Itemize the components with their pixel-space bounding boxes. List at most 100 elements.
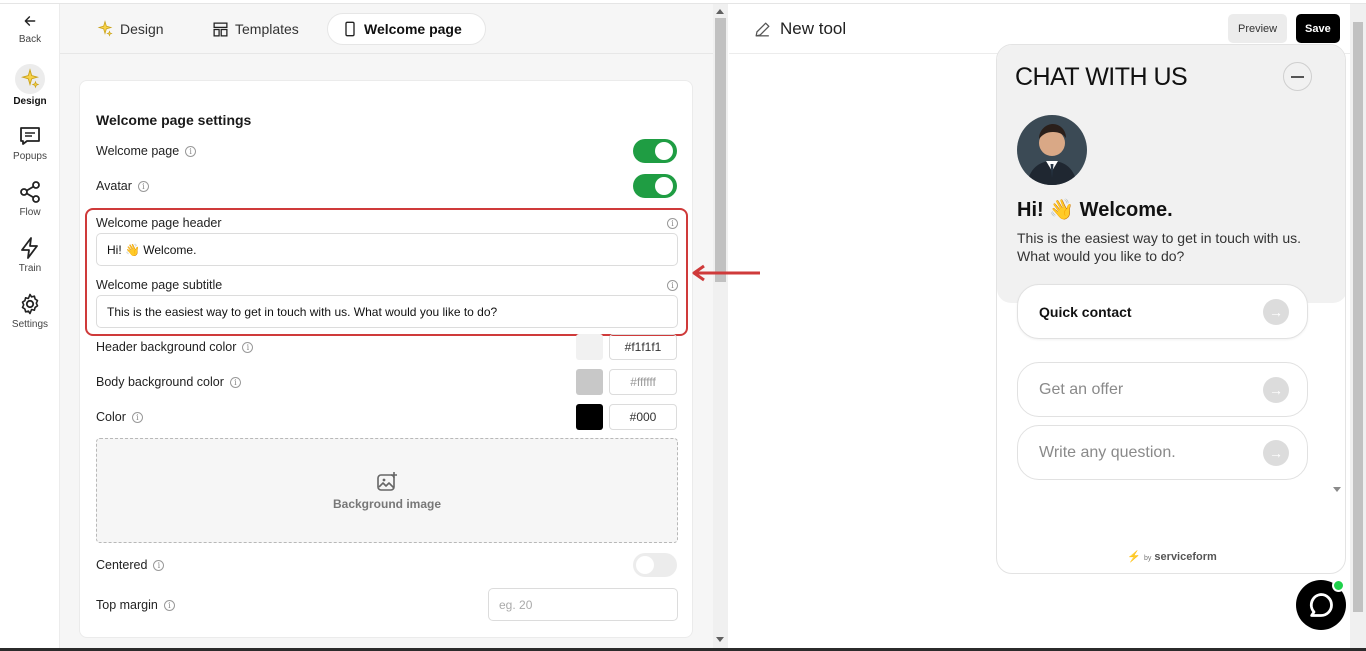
- share-nodes-icon: [20, 181, 40, 203]
- option-get-offer[interactable]: Get an offer →: [1017, 362, 1308, 417]
- header-bg-swatch[interactable]: [576, 334, 603, 360]
- minimize-button[interactable]: [1283, 62, 1312, 91]
- annotation-arrow-icon: [692, 264, 760, 282]
- centered-toggle[interactable]: [633, 553, 677, 577]
- info-icon: i: [131, 411, 143, 423]
- body-bg-label: Body background color: [96, 375, 224, 389]
- rail-item-design[interactable]: Design: [0, 64, 60, 107]
- left-rail: Back Design Popups Flow Train Settings: [0, 4, 60, 648]
- color-hex-input[interactable]: #000: [609, 404, 677, 430]
- rail-item-popups[interactable]: Popups: [0, 124, 60, 162]
- welcome-page-label: Welcome page: [96, 144, 180, 158]
- info-icon: i: [185, 145, 197, 157]
- bolt-icon: ⚡: [1127, 551, 1141, 563]
- avatar-row: Avatar i: [96, 179, 149, 193]
- back-button[interactable]: Back: [0, 14, 60, 45]
- branding-by: by: [1143, 555, 1152, 562]
- sparkle-icon: [21, 68, 40, 89]
- welcome-subtitle-input[interactable]: This is the easiest way to get in touch …: [96, 295, 678, 328]
- info-icon: i: [667, 218, 678, 229]
- toggle-knob: [655, 142, 673, 160]
- design-icon-wrap: [15, 64, 45, 94]
- tab-bar: Design Templates Welcome page: [60, 4, 713, 54]
- avatar-toggle[interactable]: [633, 174, 677, 198]
- preview-button[interactable]: Preview: [1228, 14, 1288, 43]
- info-icon: i: [153, 559, 165, 571]
- tab-design[interactable]: Design: [82, 13, 178, 45]
- widget-welcome-subtitle: This is the easiest way to get in touch …: [1017, 230, 1302, 264]
- arrow-right-icon: →: [1263, 298, 1289, 325]
- person-avatar-icon: [1017, 115, 1087, 185]
- lightning-icon: [21, 237, 38, 259]
- page-scrollbar[interactable]: [1350, 4, 1366, 648]
- gear-icon: [21, 293, 39, 315]
- panel-scrollbar[interactable]: [713, 4, 728, 648]
- option-label: Get an offer: [1039, 380, 1124, 398]
- tab-welcome-label: Welcome page: [364, 21, 462, 37]
- settings-panel: Design Templates Welcome page Welcome pa…: [60, 4, 713, 648]
- header-bg-hex-input[interactable]: #f1f1f1: [609, 334, 677, 360]
- option-quick-contact[interactable]: Quick contact →: [1017, 284, 1308, 339]
- avatar: [1017, 115, 1087, 185]
- widget-header: CHAT WITH US Hi! 👋 Welcome. This is the …: [997, 45, 1345, 303]
- scroll-down-icon[interactable]: [1333, 487, 1341, 492]
- centered-label: Centered: [96, 558, 148, 572]
- rail-popups-label: Popups: [13, 151, 47, 162]
- widget-scrollbar[interactable]: [1330, 44, 1342, 499]
- app-root: Back Design Popups Flow Train Settings D…: [0, 0, 1366, 651]
- welcome-page-toggle[interactable]: [633, 139, 677, 163]
- subtitle-field-label: Welcome page subtitle: [96, 278, 223, 292]
- welcome-header-input[interactable]: Hi! 👋 Welcome.: [96, 233, 678, 266]
- body-bg-row: Body background color i: [96, 375, 241, 389]
- tool-title[interactable]: New tool: [753, 19, 846, 39]
- info-icon: i: [242, 341, 254, 353]
- toggle-knob: [655, 177, 673, 195]
- tab-welcome-page[interactable]: Welcome page: [327, 13, 486, 45]
- scroll-up-icon[interactable]: [716, 9, 724, 14]
- top-margin-label: Top margin: [96, 598, 158, 612]
- body-bg-hex-input[interactable]: #ffffff: [609, 369, 677, 395]
- scroll-down-icon[interactable]: [716, 637, 724, 642]
- scroll-thumb[interactable]: [715, 18, 726, 282]
- header-field-label: Welcome page header: [96, 216, 222, 230]
- phone-icon: [345, 21, 355, 37]
- tab-templates[interactable]: Templates: [198, 13, 313, 45]
- rail-train-label: Train: [18, 263, 42, 274]
- save-button[interactable]: Save: [1296, 14, 1340, 43]
- minus-icon: [1291, 75, 1304, 78]
- info-icon: i: [667, 280, 678, 291]
- chat-bubble-icon: [20, 127, 40, 145]
- top-margin-input[interactable]: eg. 20: [488, 588, 678, 621]
- toggle-knob: [636, 556, 654, 574]
- tab-templates-label: Templates: [235, 21, 299, 37]
- option-label: Quick contact: [1039, 303, 1132, 320]
- chat-bubble-icon: [1309, 593, 1333, 617]
- background-image-dropzone[interactable]: Background image: [96, 438, 678, 543]
- avatar-label: Avatar: [96, 179, 132, 193]
- rail-item-train[interactable]: Train: [0, 236, 60, 274]
- option-write-question[interactable]: Write any question. →: [1017, 425, 1308, 480]
- color-label: Color: [96, 410, 126, 424]
- color-swatch[interactable]: [576, 404, 603, 430]
- rail-item-settings[interactable]: Settings: [0, 292, 60, 330]
- scroll-thumb[interactable]: [1353, 22, 1363, 612]
- branding-name: serviceform: [1154, 551, 1217, 563]
- rail-flow-label: Flow: [19, 207, 41, 218]
- rail-design-label: Design: [13, 96, 47, 107]
- tool-name: New tool: [780, 19, 847, 38]
- header-bg-label: Header background color: [96, 340, 237, 354]
- section-title: Welcome page settings: [96, 112, 252, 128]
- online-status-dot: [1332, 579, 1345, 592]
- centered-row: Centered i: [96, 558, 165, 572]
- welcome-page-row: Welcome page i: [96, 144, 197, 158]
- branding[interactable]: ⚡ by serviceform: [997, 550, 1345, 563]
- background-image-label: Background image: [332, 497, 442, 511]
- rail-item-flow[interactable]: Flow: [0, 180, 60, 218]
- welcome-settings-card: Welcome page settings Welcome page i Ava…: [79, 80, 693, 638]
- header-bg-row: Header background color i: [96, 340, 254, 354]
- top-margin-row: Top margin i: [96, 598, 175, 612]
- body-bg-swatch[interactable]: [576, 369, 603, 395]
- image-add-icon: [377, 472, 397, 491]
- pencil-icon: [755, 22, 770, 36]
- color-row: Color i: [96, 410, 143, 424]
